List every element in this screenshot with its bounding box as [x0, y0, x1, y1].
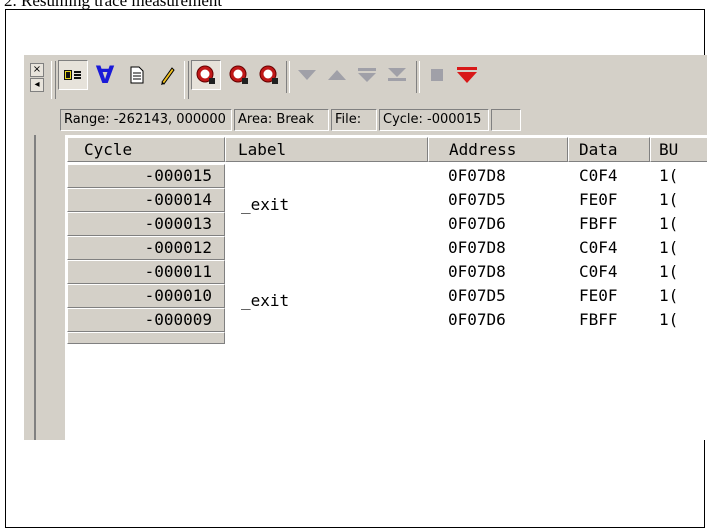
down-step-button[interactable] [352, 60, 382, 90]
address-cell: 0F07D6 [448, 310, 506, 329]
address-cell: 0F07D8 [448, 166, 506, 185]
toolbar-grip[interactable] [51, 61, 56, 99]
trace-window: × ◂ ∀ Range: -262143, 000000 Area: Break… [24, 55, 707, 440]
up-arrow-icon [328, 70, 346, 80]
up-arrow-button[interactable] [322, 60, 352, 90]
address-cell: 0F07D6 [448, 214, 506, 233]
bottom-arrow-icon [388, 68, 406, 81]
label-cell: _exit [241, 291, 290, 310]
data-cell: C0F4 [579, 238, 618, 257]
bu-cell: 1( [659, 310, 679, 329]
data-cell: C0F4 [579, 262, 618, 281]
filter-icon: ∀ [95, 61, 115, 89]
address-cell: 0F07D8 [448, 238, 506, 257]
data-cell: FBFF [579, 310, 618, 329]
bu-cell: 1( [659, 262, 679, 281]
cycle-cell[interactable]: -000009 [67, 308, 225, 332]
column-header-bu[interactable]: BU [650, 137, 707, 162]
bu-cell: 1( [659, 214, 679, 233]
search-trace-button[interactable] [191, 60, 221, 90]
bottom-arrow-button[interactable] [382, 60, 412, 90]
data-cell: FE0F [579, 190, 618, 209]
address-cell: 0F07D5 [448, 190, 506, 209]
cycle-cell[interactable]: -000012 [67, 236, 225, 260]
close-icon[interactable]: × [30, 63, 44, 77]
edit-button[interactable] [152, 60, 182, 90]
column-header-cycle[interactable]: Cycle [67, 137, 225, 162]
bu-cell: 1( [659, 190, 679, 209]
search-trace-3-button[interactable] [254, 60, 284, 90]
address-cell: 0F07D8 [448, 262, 506, 281]
scroll-left-icon[interactable]: ◂ [30, 78, 44, 92]
filter-button[interactable]: ∀ [90, 60, 120, 90]
bu-cell: 1( [659, 166, 679, 185]
search-trace-3-icon [259, 65, 278, 84]
label-cell: _exit [241, 195, 290, 214]
toolbar-separator-2 [416, 61, 420, 93]
cycle-cell[interactable]: -000011 [67, 260, 225, 284]
search-trace-2-icon [229, 65, 248, 84]
toolbar-side-controls: × ◂ [30, 63, 44, 93]
bu-cell: 1( [659, 238, 679, 257]
search-trace-2-button[interactable] [224, 60, 254, 90]
cycle-cell[interactable]: -000013 [67, 212, 225, 236]
down-arrow-icon [298, 70, 316, 80]
column-header-data[interactable]: Data [568, 137, 650, 162]
bu-cell: 1( [659, 286, 679, 305]
cycle-cell[interactable]: -000014 [67, 188, 225, 212]
cycle-cell[interactable]: -000015 [67, 164, 225, 188]
data-cell: C0F4 [579, 166, 618, 185]
status-extra [491, 109, 521, 131]
stop-button[interactable] [422, 60, 452, 90]
toolbar: × ◂ ∀ [24, 55, 707, 105]
status-file: File: [331, 109, 377, 131]
memory-dump-icon [64, 70, 81, 80]
column-header-address[interactable]: Address [428, 137, 568, 162]
resume-trace-icon [457, 67, 477, 83]
down-step-icon [358, 68, 376, 82]
status-cycle: Cycle: -000015 [379, 109, 489, 131]
data-cell: FBFF [579, 214, 618, 233]
resume-trace-button[interactable] [452, 60, 482, 90]
status-bar: Range: -262143, 000000 Area: Break File:… [34, 105, 707, 135]
row-indicator-column [36, 135, 65, 440]
cycle-cell[interactable]: -000010 [67, 284, 225, 308]
toolbar-grip-2[interactable] [184, 61, 189, 99]
status-range: Range: -262143, 000000 [60, 109, 232, 131]
document-button[interactable] [122, 60, 152, 90]
trace-table: Cycle Label Address Data BU -000015 0F07… [34, 135, 707, 440]
address-cell: 0F07D5 [448, 286, 506, 305]
memory-dump-button[interactable] [58, 60, 88, 90]
toolbar-separator [286, 61, 290, 93]
edit-pencil-icon [161, 67, 175, 85]
down-arrow-button[interactable] [292, 60, 322, 90]
search-trace-icon [196, 65, 215, 84]
document-icon [130, 66, 144, 84]
cycle-cell-partial[interactable] [67, 332, 225, 344]
data-cell: FE0F [579, 286, 618, 305]
stop-icon [431, 69, 443, 81]
column-header-label[interactable]: Label [225, 137, 428, 162]
status-area: Area: Break [234, 109, 329, 131]
